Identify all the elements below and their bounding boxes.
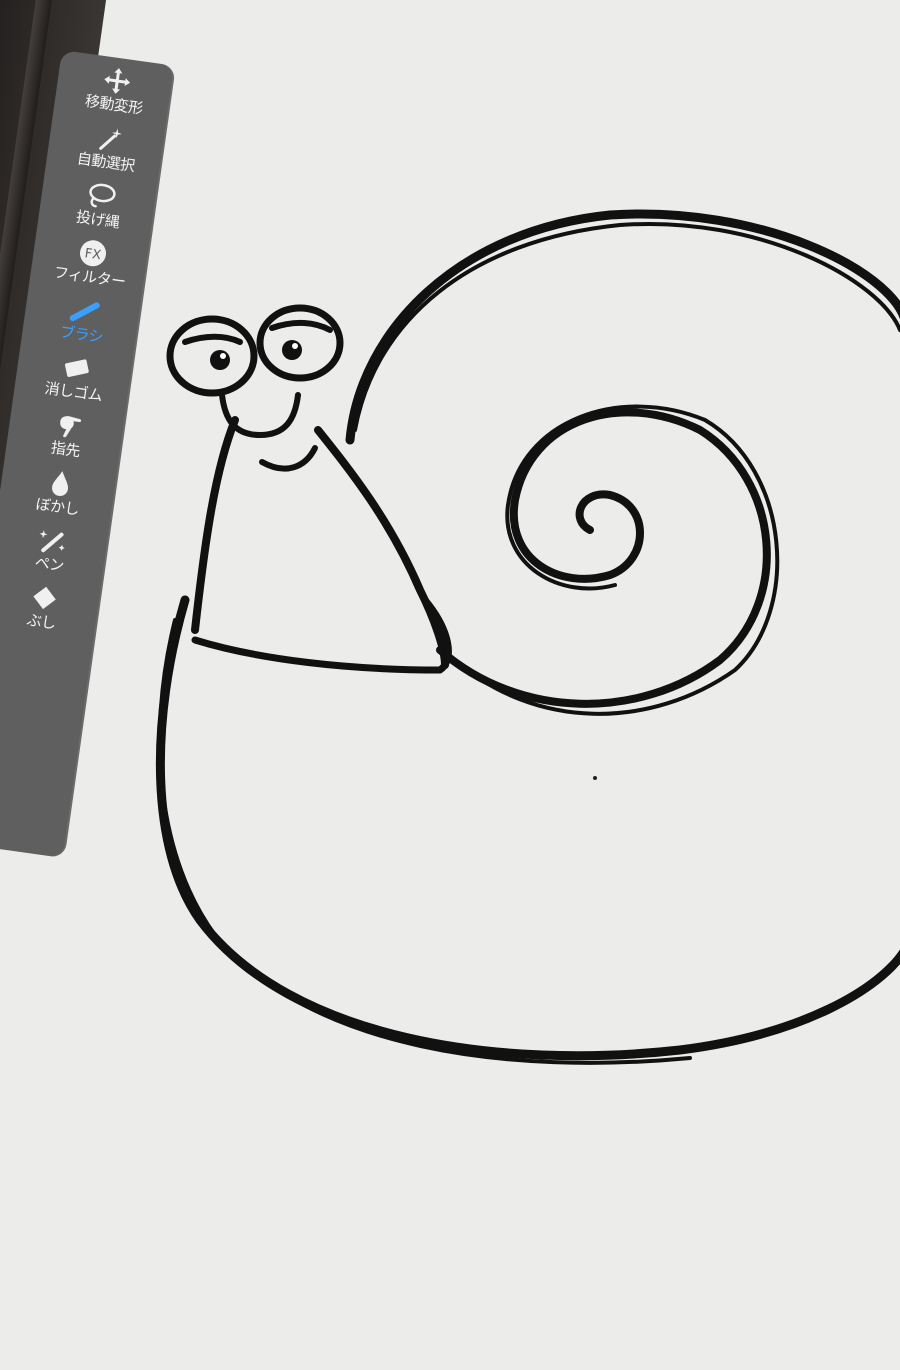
eye-right [256,304,344,382]
magic-wand-icon [90,121,128,155]
pupil-right-highlight [292,343,298,349]
eyelid-left [182,333,243,345]
head-left-stroke [191,416,239,634]
tool-label: 消しゴム [43,378,104,405]
head-right-stroke [314,426,449,669]
lasso-icon [82,179,120,213]
pupil-right [282,340,302,360]
sparkle-pen-icon [34,523,72,557]
shell-inner-spiral [436,408,771,708]
pupil-left [210,350,230,370]
tool-label: ぶし [25,610,57,633]
eraser-icon [58,351,96,385]
pupil-left-highlight [220,353,226,359]
blur-drop-icon [42,466,80,500]
shell-outer-stroke-2 [353,222,900,432]
smile [259,445,318,472]
tool-label: ペン [33,553,65,576]
fx-icon-text: FX [84,246,102,263]
fill-bucket-icon [26,581,64,615]
eye-stalk-left [219,392,301,438]
tool-label: 指先 [49,438,82,461]
finger-icon [50,408,88,442]
brush-icon [66,294,104,328]
move-arrows-icon [98,64,136,98]
neck-base-stroke [191,596,452,674]
eyelid-right [269,320,333,333]
canvas-speck [593,776,597,780]
body-circle-stroke-2 [157,618,692,1065]
tool-label: 移動変形 [83,91,144,118]
tool-label: フィルター [52,263,127,291]
tool-label: 自動選択 [75,149,136,176]
fx-icon: FX [74,236,112,270]
